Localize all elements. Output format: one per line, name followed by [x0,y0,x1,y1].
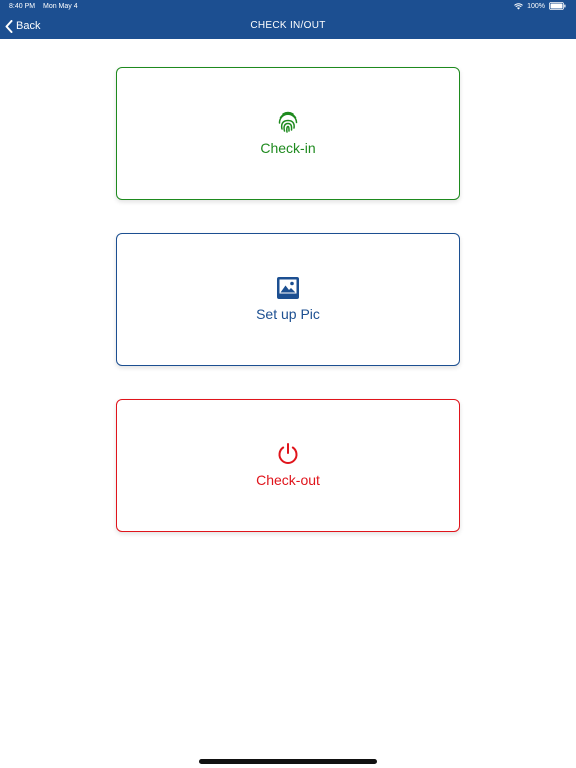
fingerprint-icon [278,111,298,133]
check-in-label: Check-in [260,139,316,156]
status-time: 8:40 PM [9,3,36,10]
set-up-pic-button[interactable]: Set up Pic [116,233,460,366]
image-icon [277,276,299,299]
page-title: CHECK IN/OUT [250,20,326,31]
status-date: Mon May 4 [43,3,78,10]
power-icon [278,442,298,464]
check-in-button[interactable]: Check-in [116,67,460,200]
check-out-button[interactable]: Check-out [116,399,460,532]
status-bar: 8:40 PM Mon May 4 100% [0,0,576,13]
home-indicator [199,759,377,764]
top-bar: 8:40 PM Mon May 4 100% Back CHECK IN/OUT [0,0,576,39]
status-indicators: 100% [514,2,566,10]
battery-icon [549,2,566,10]
battery-percent: 100% [527,2,545,10]
wifi-icon [514,2,523,9]
check-out-label: Check-out [256,471,320,488]
set-up-pic-label: Set up Pic [256,305,320,322]
navigation-bar: Back CHECK IN/OUT [0,14,576,38]
